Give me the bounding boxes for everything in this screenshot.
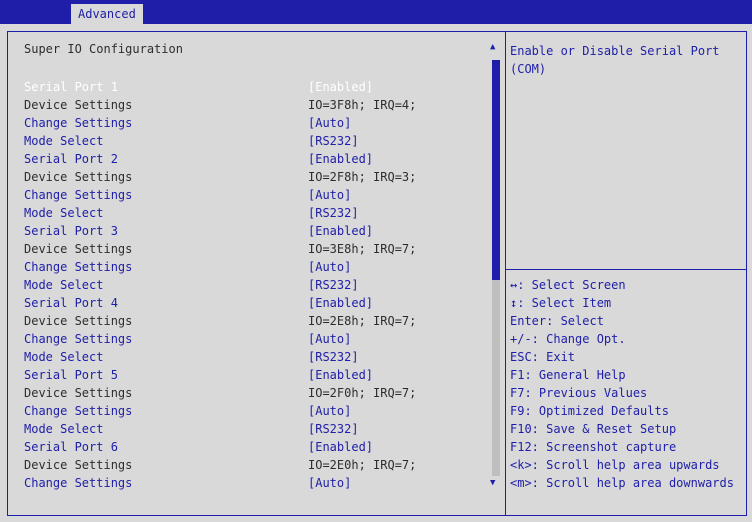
- setting-row[interactable]: Serial Port 1 [Enabled]: [24, 78, 494, 96]
- setting-row: Device Settings IO=2F8h; IRQ=3;: [24, 168, 494, 186]
- setting-value[interactable]: [Enabled]: [308, 150, 373, 168]
- key-help-item: <k>: Scroll help area upwards: [510, 458, 720, 472]
- setting-label: Mode Select: [24, 134, 104, 148]
- setting-value: IO=2E8h; IRQ=7;: [308, 314, 417, 328]
- setting-row: Device Settings IO=3F8h; IRQ=4;: [24, 96, 494, 114]
- setting-value[interactable]: [Enabled]: [308, 294, 373, 312]
- setting-value[interactable]: [Auto]: [308, 258, 351, 276]
- tab-advanced[interactable]: Advanced: [71, 4, 143, 24]
- setting-row[interactable]: Mode Select [RS232]: [24, 420, 494, 438]
- setting-value[interactable]: [RS232]: [308, 276, 359, 294]
- scroll-up-icon[interactable]: ▲: [490, 42, 495, 52]
- setting-row[interactable]: Change Settings [Auto]: [24, 402, 494, 420]
- setting-label: Change Settings: [24, 332, 133, 346]
- setting-row[interactable]: Serial Port 5 [Enabled]: [24, 366, 494, 384]
- setting-value[interactable]: [RS232]: [308, 420, 359, 438]
- setting-row[interactable]: Change Settings [Auto]: [24, 258, 494, 276]
- setting-label: Mode Select: [24, 350, 104, 364]
- setting-value[interactable]: [Enabled]: [308, 222, 373, 240]
- setting-label: Device Settings: [24, 314, 133, 328]
- setting-row[interactable]: Mode Select [RS232]: [24, 204, 494, 222]
- setting-label: Serial Port 2: [24, 152, 118, 166]
- setting-label: Mode Select: [24, 278, 104, 292]
- setting-row[interactable]: Mode Select [RS232]: [24, 132, 494, 150]
- setting-label: Device Settings: [24, 458, 133, 472]
- setting-label: Change Settings: [24, 116, 133, 130]
- key-help-item: <m>: Scroll help area downwards: [510, 476, 734, 490]
- setting-label: Serial Port 1: [24, 80, 118, 94]
- setting-value[interactable]: [RS232]: [308, 348, 359, 366]
- setting-value[interactable]: [RS232]: [308, 132, 359, 150]
- setting-label: Serial Port 5: [24, 368, 118, 382]
- setting-label: Serial Port 4: [24, 296, 118, 310]
- setting-row: Device Settings IO=3E8h; IRQ=7;: [24, 240, 494, 258]
- help-divider: [505, 269, 747, 270]
- setting-value: IO=2F0h; IRQ=7;: [308, 386, 417, 400]
- setting-label: Mode Select: [24, 422, 104, 436]
- setting-label: Change Settings: [24, 404, 133, 418]
- setting-label: Change Settings: [24, 260, 133, 274]
- setting-label: Serial Port 3: [24, 224, 118, 238]
- key-help-item: +/-: Change Opt.: [510, 332, 626, 346]
- panel-divider: [505, 31, 506, 516]
- scrollbar-thumb[interactable]: [492, 60, 500, 280]
- key-help-item: F12: Screenshot capture: [510, 440, 677, 454]
- key-help-item: F10: Save & Reset Setup: [510, 422, 677, 436]
- setting-value[interactable]: [RS232]: [308, 204, 359, 222]
- scroll-down-icon[interactable]: ▼: [490, 478, 495, 488]
- setting-row[interactable]: Serial Port 2 [Enabled]: [24, 150, 494, 168]
- key-help-item: F7: Previous Values: [510, 386, 648, 400]
- setting-row[interactable]: Change Settings [Auto]: [24, 114, 494, 132]
- setting-row[interactable]: Serial Port 6 [Enabled]: [24, 438, 494, 456]
- page-title: Super IO Configuration: [24, 42, 183, 56]
- setting-label: Device Settings: [24, 386, 133, 400]
- key-help-item: ↔: Select Screen: [510, 278, 626, 292]
- setting-row[interactable]: Serial Port 3 [Enabled]: [24, 222, 494, 240]
- setting-row[interactable]: Mode Select [RS232]: [24, 276, 494, 294]
- setting-label: Device Settings: [24, 98, 133, 112]
- setting-label: Device Settings: [24, 242, 133, 256]
- setting-value[interactable]: [Auto]: [308, 330, 351, 348]
- help-text: Enable or Disable Serial Port (COM): [510, 44, 727, 76]
- setting-label: Change Settings: [24, 188, 133, 202]
- setting-value[interactable]: [Enabled]: [308, 366, 373, 384]
- setting-value[interactable]: [Auto]: [308, 474, 351, 492]
- setting-row[interactable]: Serial Port 4 [Enabled]: [24, 294, 494, 312]
- setting-value: IO=3E8h; IRQ=7;: [308, 242, 417, 256]
- setting-value: IO=2E0h; IRQ=7;: [308, 458, 417, 472]
- key-help-item: Enter: Select: [510, 314, 604, 328]
- setting-value[interactable]: [Auto]: [308, 186, 351, 204]
- key-help-item: ESC: Exit: [510, 350, 576, 364]
- setting-label: Mode Select: [24, 206, 104, 220]
- setting-value: IO=3F8h; IRQ=4;: [308, 98, 417, 112]
- setting-value[interactable]: [Enabled]: [308, 438, 373, 456]
- setting-row[interactable]: Change Settings [Auto]: [24, 186, 494, 204]
- setting-label: Serial Port 6: [24, 440, 118, 454]
- setting-row: Device Settings IO=2F0h; IRQ=7;: [24, 384, 494, 402]
- key-help-item: F1: General Help: [510, 368, 626, 382]
- setting-value[interactable]: [Auto]: [308, 402, 351, 420]
- key-help-item: ↕: Select Item: [510, 296, 612, 310]
- setting-row[interactable]: Change Settings [Auto]: [24, 330, 494, 348]
- setting-row[interactable]: Mode Select [RS232]: [24, 348, 494, 366]
- setting-row: Device Settings IO=2E8h; IRQ=7;: [24, 312, 494, 330]
- key-help-item: F9: Optimized Defaults: [510, 404, 669, 418]
- setting-label: Device Settings: [24, 170, 133, 184]
- key-help-list: ↔: Select Screen ↕: Select Item Enter: Sel…: [510, 276, 734, 492]
- setting-row: Device Settings IO=2E0h; IRQ=7;: [24, 456, 494, 474]
- setting-label: Change Settings: [24, 476, 133, 490]
- setting-value[interactable]: [Auto]: [308, 114, 351, 132]
- setting-value: IO=2F8h; IRQ=3;: [308, 170, 417, 184]
- setting-row[interactable]: Change Settings [Auto]: [24, 474, 494, 492]
- top-menu-bar: Advanced: [0, 0, 752, 24]
- settings-list: Serial Port 1 [Enabled] Device Settings IO=…: [24, 78, 494, 492]
- setting-value[interactable]: [Enabled]: [308, 78, 373, 96]
